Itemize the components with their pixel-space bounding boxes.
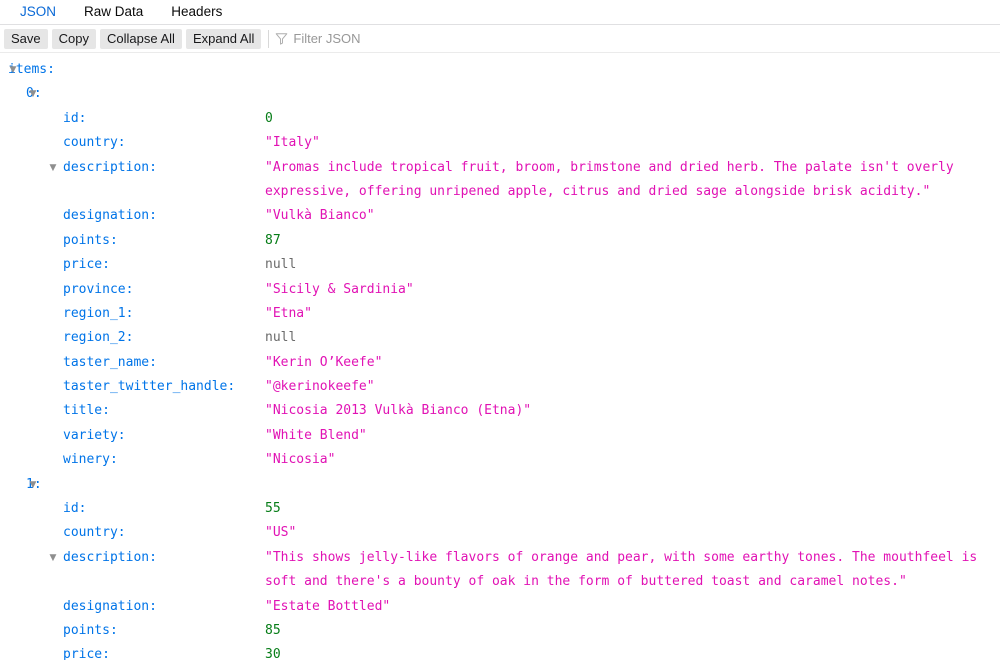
json-value: "Nicosia" (265, 448, 1000, 472)
json-property-row[interactable]: ▼description: "Aromas include tropical fr… (0, 156, 1000, 205)
json-value-line: "This shows jelly-like flavors of orange… (265, 546, 1000, 570)
filter-json-container (275, 29, 996, 49)
json-property-row[interactable]: points: 87 (0, 229, 1000, 253)
expand-twisty-icon[interactable]: ▼ (48, 156, 58, 180)
json-value-line: expressive, offering unripened apple, ci… (265, 180, 1000, 204)
json-value: null (265, 253, 1000, 277)
json-value-line: "Aromas include tropical fruit, broom, b… (265, 156, 1000, 180)
json-property-row[interactable]: taster_name: "Kerin O’Keefe" (0, 351, 1000, 375)
json-value: "This shows jelly-like flavors of orange… (265, 546, 1000, 595)
json-property-row[interactable]: title: "Nicosia 2013 Vulkà Bianco (Etna)" (0, 399, 1000, 423)
json-property-row[interactable]: points: 85 (0, 619, 1000, 643)
json-property-row[interactable]: id: 55 (0, 497, 1000, 521)
expand-twisty-icon[interactable]: ▼ (28, 473, 38, 497)
json-key: variety: (0, 424, 126, 448)
json-value: "Estate Bottled" (265, 595, 1000, 619)
json-property-row[interactable]: id: 0 (0, 107, 1000, 131)
json-property-row[interactable]: region_2: null (0, 326, 1000, 350)
json-key: price: (0, 253, 110, 277)
json-property-row[interactable]: price: 30 (0, 643, 1000, 660)
json-value: 55 (265, 497, 1000, 521)
filter-json-input[interactable] (293, 30, 593, 48)
json-property-row[interactable]: designation: "Vulkà Bianco" (0, 204, 1000, 228)
json-key: id: (0, 107, 86, 131)
json-key: taster_name: (0, 351, 157, 375)
tab-json[interactable]: JSON (6, 0, 70, 24)
json-property-row[interactable]: country: "US" (0, 521, 1000, 545)
expand-twisty-icon[interactable]: ▼ (8, 58, 18, 82)
json-key: taster_twitter_handle: (0, 375, 235, 399)
json-property-row[interactable]: ▼description: "This shows jelly-like flav… (0, 546, 1000, 595)
devtools-tabbar: JSON Raw Data Headers (0, 0, 1000, 25)
json-key: country: (0, 521, 126, 545)
json-key: designation: (0, 204, 157, 228)
json-property-row[interactable]: winery: "Nicosia" (0, 448, 1000, 472)
json-key: price: (0, 643, 110, 660)
json-value: "Kerin O’Keefe" (265, 351, 1000, 375)
json-value: "US" (265, 521, 1000, 545)
json-key: points: (0, 619, 118, 643)
json-value: "Etna" (265, 302, 1000, 326)
json-value: 85 (265, 619, 1000, 643)
json-value: "Sicily & Sardinia" (265, 278, 1000, 302)
json-value: 30 (265, 643, 1000, 660)
expand-twisty-icon[interactable]: ▼ (48, 546, 58, 570)
json-value: 87 (265, 229, 1000, 253)
json-toolbar: Save Copy Collapse All Expand All (0, 25, 1000, 53)
json-value: 0 (265, 107, 1000, 131)
json-property-row[interactable]: taster_twitter_handle: "@kerinokeefe" (0, 375, 1000, 399)
json-key: points: (0, 229, 118, 253)
json-key: country: (0, 131, 126, 155)
json-value-line: soft and there's a bounty of oak in the … (265, 570, 1000, 594)
json-tree-panel[interactable]: ▼items:▼0:id:0country:"Italy"▼descriptio… (0, 53, 1000, 660)
expand-all-button[interactable]: Expand All (186, 29, 261, 49)
json-node-items[interactable]: ▼items: (0, 58, 1000, 82)
save-button[interactable]: Save (4, 29, 48, 49)
collapse-all-button[interactable]: Collapse All (100, 29, 182, 49)
json-key: designation: (0, 595, 157, 619)
toolbar-divider (268, 30, 269, 48)
json-value: "White Blend" (265, 424, 1000, 448)
json-value: "@kerinokeefe" (265, 375, 1000, 399)
json-value: "Nicosia 2013 Vulkà Bianco (Etna)" (265, 399, 1000, 423)
json-node-index-0[interactable]: ▼0: (0, 82, 1000, 106)
json-key: region_1: (0, 302, 133, 326)
json-key: province: (0, 278, 133, 302)
json-property-row[interactable]: province: "Sicily & Sardinia" (0, 278, 1000, 302)
json-property-row[interactable]: variety: "White Blend" (0, 424, 1000, 448)
json-key: title: (0, 399, 110, 423)
json-property-row[interactable]: price: null (0, 253, 1000, 277)
json-key: id: (0, 497, 86, 521)
json-property-row[interactable]: region_1: "Etna" (0, 302, 1000, 326)
json-key: winery: (0, 448, 118, 472)
copy-button[interactable]: Copy (52, 29, 96, 49)
json-key: description: (0, 546, 157, 570)
tab-raw-data[interactable]: Raw Data (70, 0, 157, 24)
expand-twisty-icon[interactable]: ▼ (28, 82, 38, 106)
funnel-icon (275, 32, 288, 45)
json-key: region_2: (0, 326, 133, 350)
json-value: "Aromas include tropical fruit, broom, b… (265, 156, 1000, 205)
json-property-row[interactable]: designation: "Estate Bottled" (0, 595, 1000, 619)
json-property-row[interactable]: country: "Italy" (0, 131, 1000, 155)
json-value: null (265, 326, 1000, 350)
json-value: "Vulkà Bianco" (265, 204, 1000, 228)
json-value: "Italy" (265, 131, 1000, 155)
json-key: description: (0, 156, 157, 180)
tab-headers[interactable]: Headers (157, 0, 236, 24)
json-node-index-1[interactable]: ▼1: (0, 473, 1000, 497)
